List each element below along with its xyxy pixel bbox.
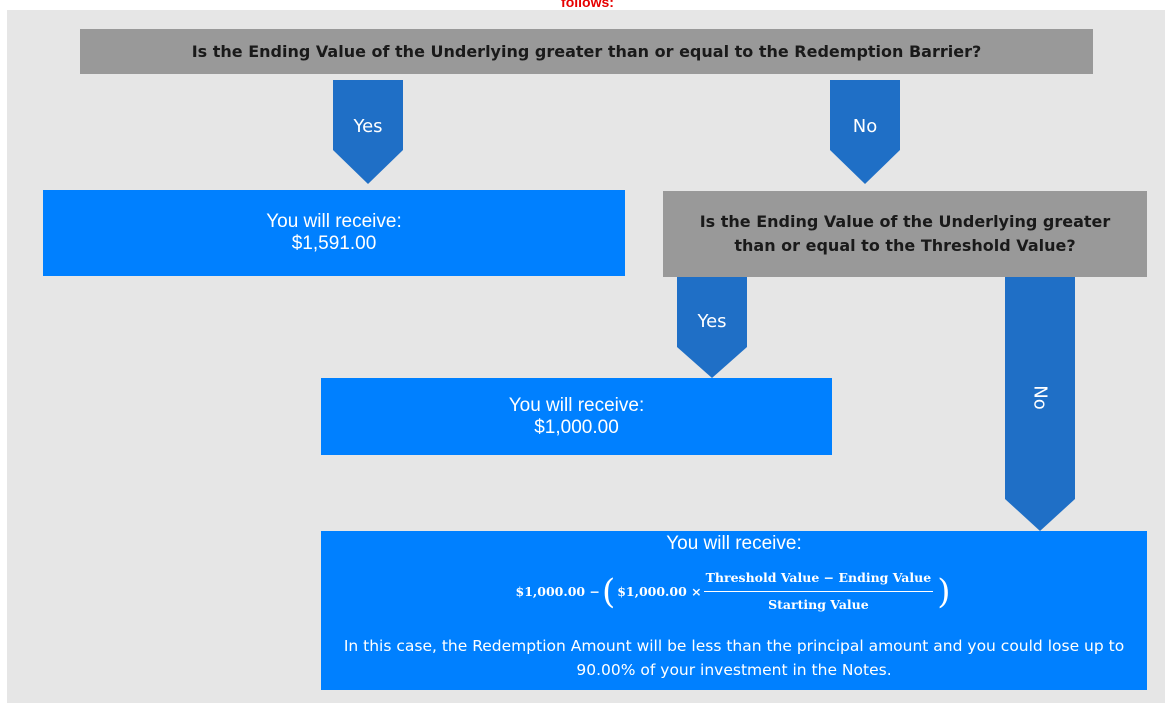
formula-inner: $1,000.00 ×: [617, 583, 702, 599]
outcome-3-title: You will receive:: [666, 533, 802, 554]
outcome-3-note: In this case, the Redemption Amount will…: [343, 637, 1125, 679]
outcome-2-amount: $1,000.00: [534, 416, 619, 438]
outcome-box-1: You will receive: $1,591.00: [43, 190, 625, 276]
threshold-question: Is the Ending Value of the Underlying gr…: [663, 191, 1147, 277]
outcome-box-2: You will receive: $1,000.00: [321, 378, 832, 455]
header-fragment: follows:: [561, 0, 614, 10]
arrow-yes-2-label: Yes: [697, 311, 727, 332]
threshold-question-text: Is the Ending Value of the Underlying gr…: [699, 212, 1111, 255]
redemption-formula: $1,000.00 − ( $1,000.00 × Threshold Valu…: [516, 567, 953, 616]
formula-lead: $1,000.00 −: [515, 583, 600, 599]
right-paren: ): [937, 571, 951, 612]
left-paren: (: [601, 571, 616, 612]
outcome-box-3: You will receive: $1,000.00 − ( $1,000.0…: [321, 531, 1147, 690]
arrow-yes-1: Yes: [333, 80, 403, 184]
outcome-1-title: You will receive:: [266, 211, 402, 232]
redemption-barrier-question-text: Is the Ending Value of the Underlying gr…: [191, 42, 982, 61]
arrow-yes-1-label: Yes: [353, 116, 383, 137]
formula-denominator: Starting Value: [768, 597, 869, 612]
arrow-no-2: No: [1005, 277, 1075, 531]
outcome-2-title: You will receive:: [508, 394, 645, 416]
arrow-no-1: No: [830, 80, 900, 184]
outcome-1-amount: $1,591.00: [291, 233, 377, 254]
formula-fraction: Threshold Value − Ending Value Starting …: [703, 567, 934, 616]
arrow-no-2-label: No: [1029, 385, 1051, 410]
redemption-barrier-question: Is the Ending Value of the Underlying gr…: [80, 29, 1093, 74]
arrow-yes-2: Yes: [677, 277, 747, 378]
formula-numerator: Threshold Value − Ending Value: [703, 567, 934, 592]
arrow-no-1-label: No: [852, 116, 878, 137]
